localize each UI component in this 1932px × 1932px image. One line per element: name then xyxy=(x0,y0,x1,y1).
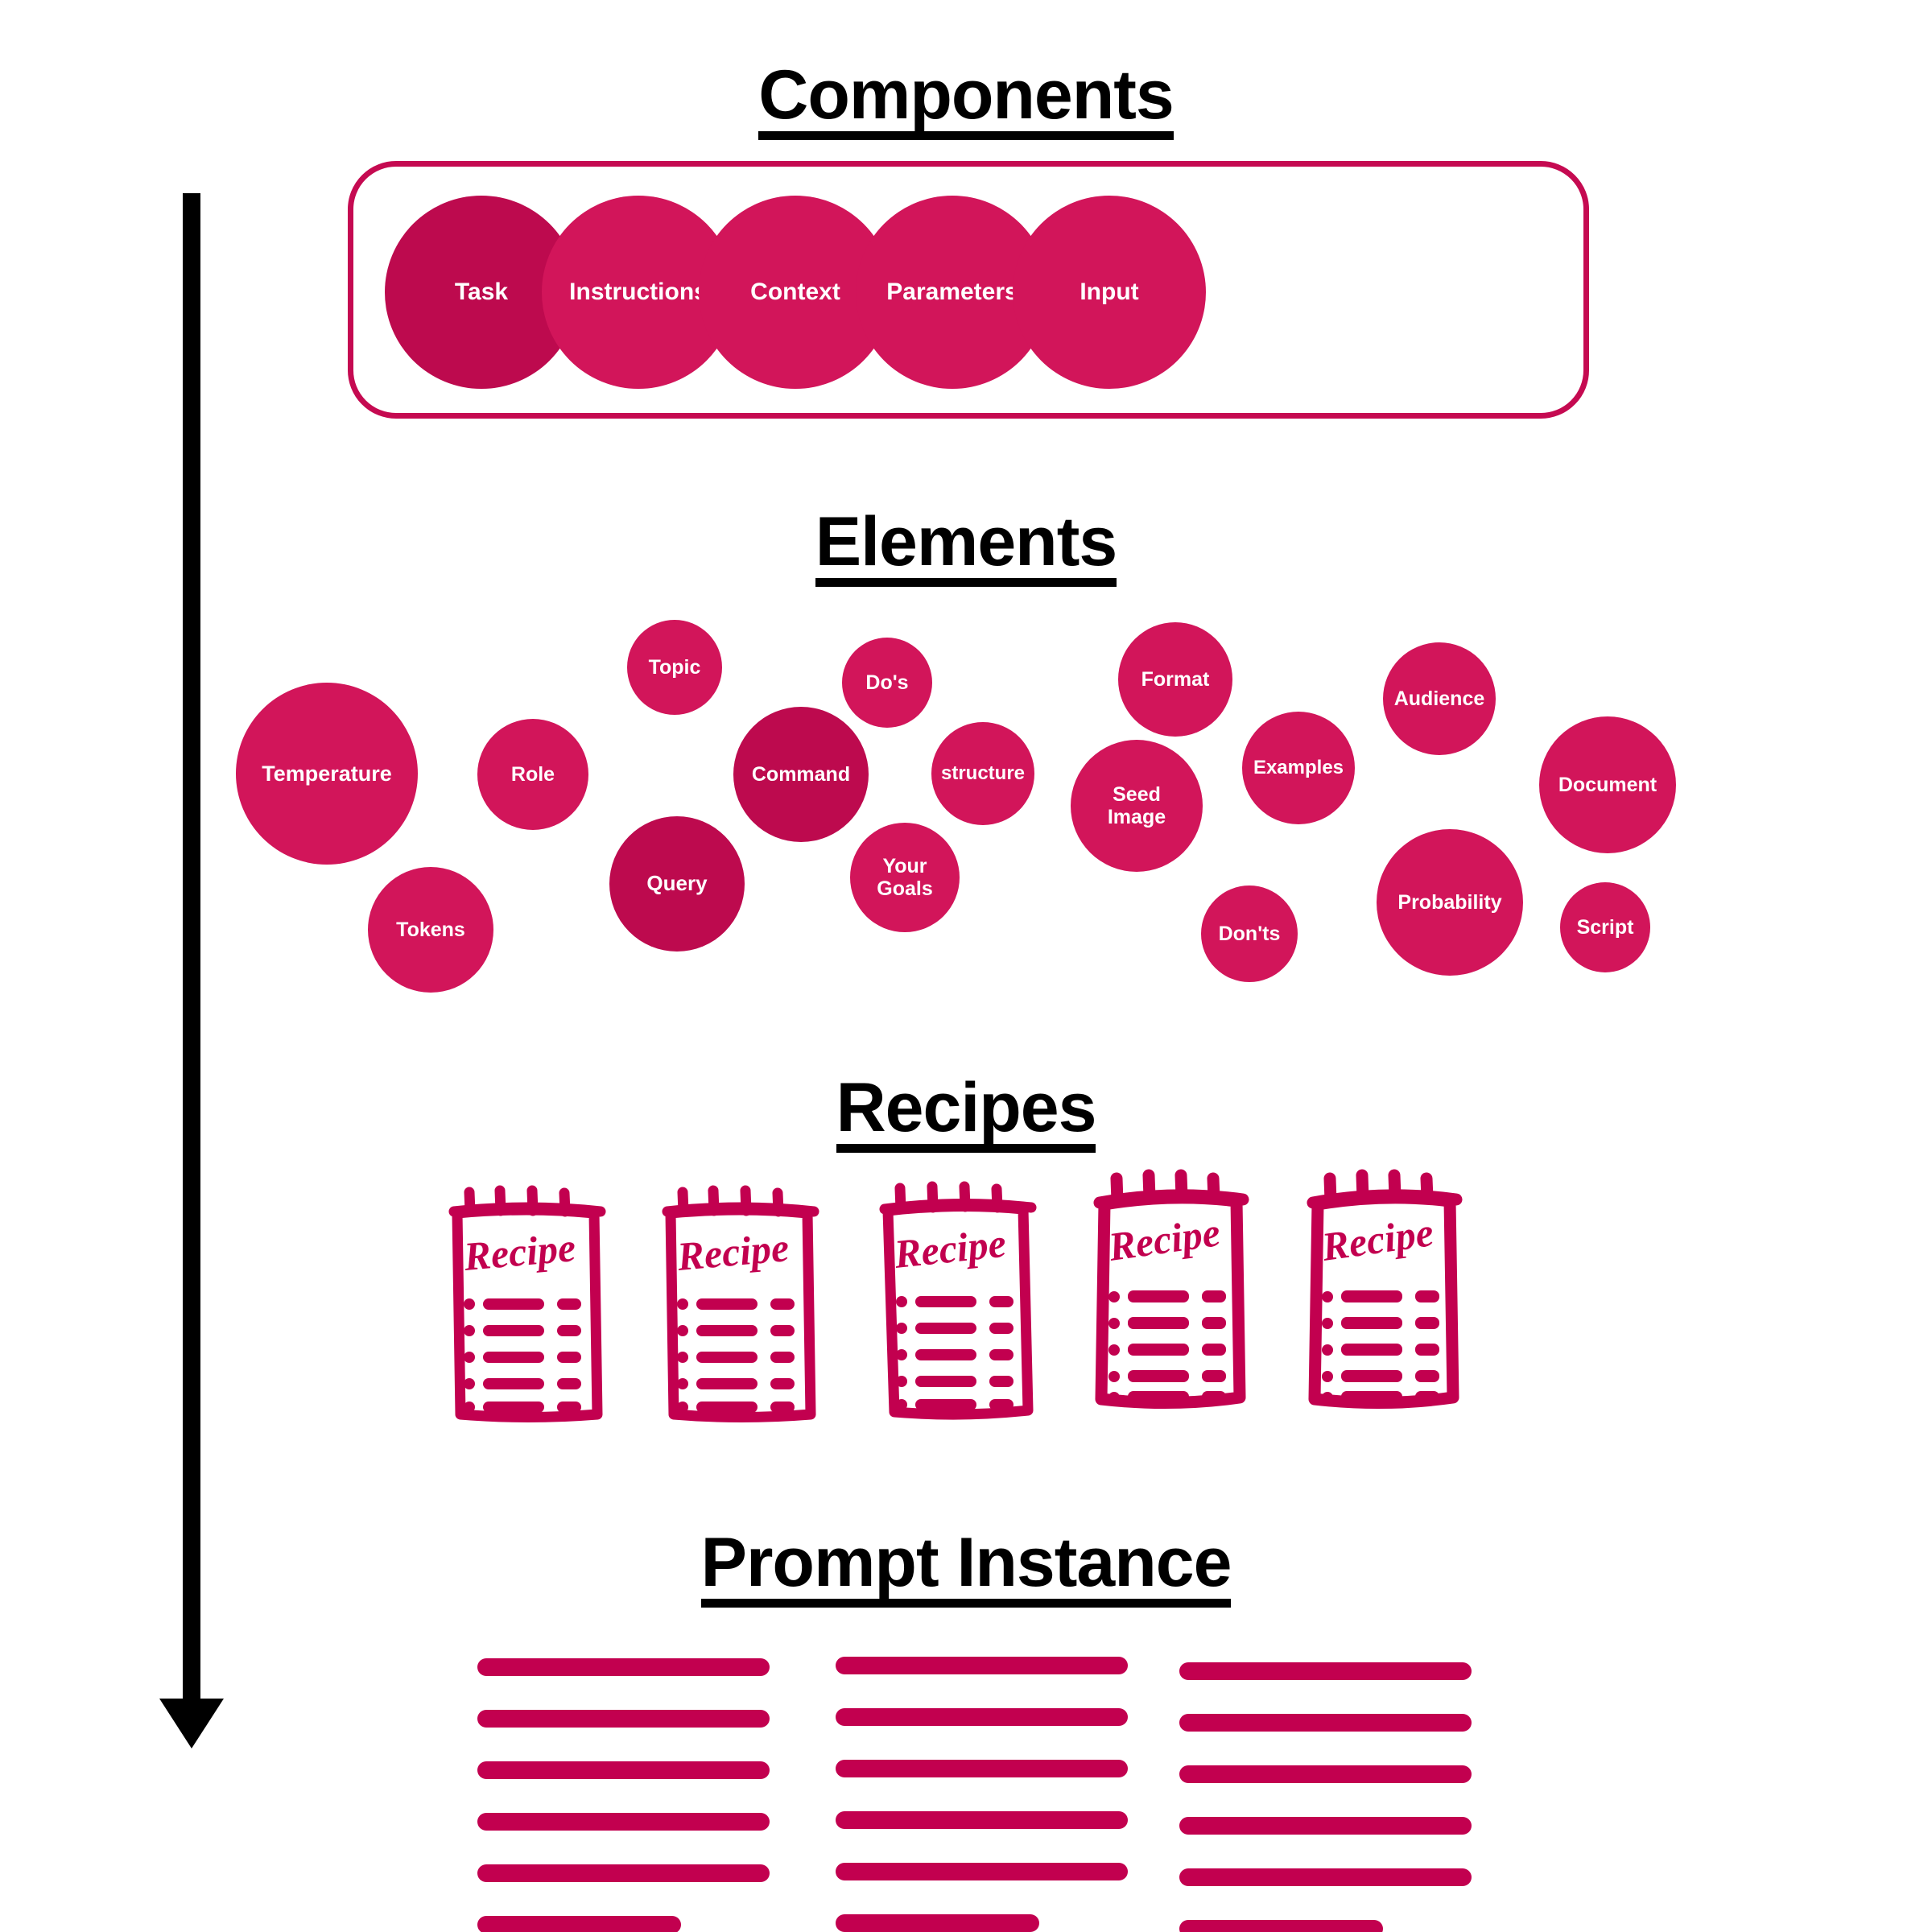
prompt-text-line-short xyxy=(836,1914,1039,1932)
element-label: Probability xyxy=(1397,891,1502,914)
element-bubble-structure[interactable]: structure xyxy=(931,722,1034,825)
section-title-prompt-instance: Prompt Instance xyxy=(0,1528,1932,1608)
prompt-text-line xyxy=(477,1864,770,1882)
component-label: Parameters xyxy=(886,278,1018,305)
recipe-notepad-icon: Recipe xyxy=(879,1181,1037,1420)
section-title-elements: Elements xyxy=(0,507,1932,587)
prompt-instance-column xyxy=(1179,1662,1472,1932)
component-bubble-input[interactable]: Input xyxy=(1013,196,1206,389)
element-bubble-document[interactable]: Document xyxy=(1539,716,1676,853)
recipe-card[interactable]: Recipe xyxy=(656,1179,825,1425)
element-label: Audience xyxy=(1393,687,1485,710)
section-title-components: Components xyxy=(0,60,1932,140)
element-bubble-dos[interactable]: Do's xyxy=(842,638,932,728)
prompt-text-line xyxy=(477,1813,770,1831)
element-label: Temperature xyxy=(262,761,392,786)
recipe-card[interactable]: Recipe xyxy=(873,1177,1042,1422)
flow-arrow-head-icon xyxy=(159,1699,224,1748)
recipe-title-text: Recipe xyxy=(675,1224,791,1279)
element-label: structure xyxy=(940,762,1026,784)
diagram-canvas: Components Task Instructions Context Par… xyxy=(0,0,1932,1932)
element-label: Script xyxy=(1576,916,1634,939)
component-label: Input xyxy=(1080,278,1139,305)
prompt-text-line xyxy=(1179,1765,1472,1783)
element-bubble-donts[interactable]: Don'ts xyxy=(1201,886,1298,982)
prompt-text-line xyxy=(836,1760,1128,1777)
recipe-title-text: Recipe xyxy=(1105,1209,1223,1269)
element-label: Seed Image xyxy=(1107,783,1166,828)
element-bubble-seed-image[interactable]: Seed Image xyxy=(1071,740,1203,872)
component-label: Context xyxy=(750,278,840,305)
section-title-prompt-instance-text: Prompt Instance xyxy=(700,1528,1232,1608)
element-bubble-probability[interactable]: Probability xyxy=(1377,829,1523,976)
prompt-text-line xyxy=(1179,1868,1472,1886)
prompt-text-line xyxy=(1179,1662,1472,1680)
recipe-card[interactable]: Recipe xyxy=(1300,1166,1469,1411)
prompt-instance-column xyxy=(477,1658,770,1932)
element-label: Don'ts xyxy=(1218,923,1281,945)
element-label: Command xyxy=(751,763,851,786)
component-label: Instructions xyxy=(569,278,708,305)
element-label: Document xyxy=(1558,774,1657,796)
flow-arrow-shaft xyxy=(183,193,200,1705)
section-title-recipes: Recipes xyxy=(0,1073,1932,1153)
prompt-text-line xyxy=(1179,1714,1472,1732)
recipe-card[interactable]: Recipe xyxy=(1087,1166,1256,1411)
element-label: Your Goals xyxy=(877,855,933,900)
recipe-notepad-icon: Recipe xyxy=(1093,1169,1249,1410)
prompt-instance-column xyxy=(836,1657,1128,1932)
recipe-notepad-icon: Recipe xyxy=(662,1185,819,1422)
element-bubble-role[interactable]: Role xyxy=(477,719,588,830)
recipe-card[interactable]: Recipe xyxy=(443,1179,612,1425)
element-bubble-format[interactable]: Format xyxy=(1118,622,1232,737)
element-bubble-topic[interactable]: Topic xyxy=(627,620,722,715)
prompt-text-line-short xyxy=(1179,1920,1383,1932)
element-bubble-audience[interactable]: Audience xyxy=(1383,642,1496,755)
prompt-text-line-short xyxy=(477,1916,681,1932)
recipe-title-text: Recipe xyxy=(891,1220,1008,1277)
element-bubble-tokens[interactable]: Tokens xyxy=(368,867,493,993)
element-label: Examples xyxy=(1253,756,1344,778)
element-bubble-examples[interactable]: Examples xyxy=(1242,712,1355,824)
section-title-recipes-text: Recipes xyxy=(836,1073,1096,1153)
element-bubble-command[interactable]: Command xyxy=(733,707,869,842)
recipe-notepad-icon: Recipe xyxy=(1307,1169,1463,1410)
element-bubble-query[interactable]: Query xyxy=(609,816,745,952)
prompt-text-line xyxy=(477,1658,770,1676)
element-label: Tokens xyxy=(396,919,465,941)
element-bubble-temperature[interactable]: Temperature xyxy=(236,683,418,865)
prompt-text-line xyxy=(836,1863,1128,1880)
prompt-text-line xyxy=(477,1710,770,1728)
section-title-components-text: Components xyxy=(758,60,1174,140)
element-bubble-script[interactable]: Script xyxy=(1560,882,1650,972)
recipe-notepad-icon: Recipe xyxy=(448,1185,606,1422)
element-label: Query xyxy=(646,871,708,896)
prompt-text-line xyxy=(477,1761,770,1779)
element-bubble-your-goals[interactable]: Your Goals xyxy=(850,823,960,932)
element-label: Topic xyxy=(648,656,701,679)
prompt-text-line xyxy=(836,1708,1128,1726)
recipe-title-text: Recipe xyxy=(1319,1209,1436,1269)
prompt-text-line xyxy=(836,1811,1128,1829)
element-label: Role xyxy=(510,763,555,786)
prompt-text-line xyxy=(836,1657,1128,1674)
section-title-elements-text: Elements xyxy=(815,507,1117,587)
recipe-title-text: Recipe xyxy=(461,1224,577,1279)
component-label: Task xyxy=(454,278,509,305)
element-label: Do's xyxy=(865,671,909,694)
element-label: Format xyxy=(1141,668,1210,691)
prompt-text-line xyxy=(1179,1817,1472,1835)
